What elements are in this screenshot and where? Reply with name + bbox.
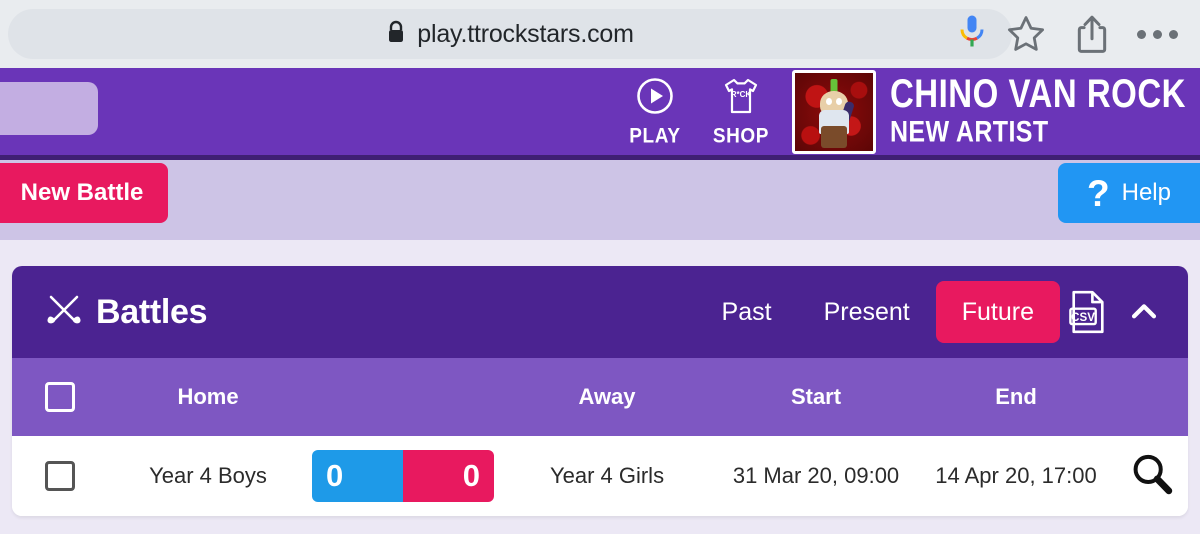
browser-toolbar: play.ttrockstars.com	[0, 0, 1200, 68]
column-header-away: Away	[578, 384, 636, 409]
select-all-checkbox[interactable]	[45, 382, 75, 412]
action-bar: New Battle ? Help	[0, 160, 1200, 240]
rockstar-avatar	[791, 69, 876, 154]
table-row[interactable]: Year 4 Boys 0 0 Year 4 Girls 31 Mar 20, …	[12, 436, 1188, 516]
artist-name: CHINO VAN ROCK	[889, 71, 1186, 117]
app-header: PLAY R*CK SHOP CHINO VAN ROCK NEW ARTIST	[0, 68, 1200, 160]
cell-actions	[1116, 451, 1188, 502]
table-header-row: Home Away Start End	[12, 358, 1188, 436]
play-circle-icon	[635, 76, 675, 121]
help-label: Help	[1121, 179, 1171, 206]
nav-item-shop[interactable]: R*CK SHOP	[698, 68, 784, 155]
address-bar[interactable]: play.ttrockstars.com	[8, 9, 1012, 59]
help-button[interactable]: ? Help	[1058, 163, 1200, 223]
score-bar[interactable]: 0 0	[312, 450, 494, 502]
cell-score: 0 0	[308, 450, 498, 502]
share-icon[interactable]	[1073, 13, 1111, 55]
artist-banner[interactable]: CHINO VAN ROCK NEW ARTIST	[784, 68, 1200, 155]
google-mic-icon[interactable]	[958, 14, 986, 55]
header-logo-placeholder[interactable]	[0, 82, 98, 135]
column-header-end: End	[995, 384, 1037, 409]
star-icon[interactable]	[1005, 13, 1047, 55]
battles-panel: Battles Past Present Future CSV Home Awa…	[12, 266, 1188, 516]
svg-text:R*CK: R*CK	[731, 90, 752, 99]
column-header-start: Start	[790, 384, 842, 409]
cell-home-team: Year 4 Boys	[149, 463, 267, 488]
nav-item-play[interactable]: PLAY	[612, 68, 698, 155]
score-away: 0	[403, 450, 494, 502]
crossed-guitars-icon	[44, 292, 84, 333]
artist-subtitle: NEW ARTIST	[889, 115, 1049, 149]
url-text: play.ttrockstars.com	[417, 19, 634, 48]
row-select-cell	[12, 461, 108, 491]
csv-download-icon[interactable]: CSV	[1060, 281, 1116, 343]
cell-end-date: 14 Apr 20, 17:00	[935, 463, 1097, 488]
column-header-home: Home	[177, 384, 239, 409]
tab-present[interactable]: Present	[798, 281, 936, 343]
question-mark-icon: ?	[1087, 172, 1110, 214]
row-checkbox[interactable]	[45, 461, 75, 491]
nav-label-shop: SHOP	[712, 124, 770, 148]
new-battle-button[interactable]: New Battle	[0, 163, 168, 223]
battles-panel-header: Battles Past Present Future CSV	[12, 266, 1188, 358]
cell-away-team: Year 4 Girls	[549, 463, 665, 488]
magnifier-icon[interactable]	[1129, 451, 1175, 502]
page-title: Battles	[96, 292, 208, 331]
page-body: Battles Past Present Future CSV Home Awa…	[0, 240, 1200, 534]
score-home: 0	[312, 450, 403, 502]
battles-tabs: Past Present Future CSV	[696, 281, 1172, 343]
select-all-cell	[12, 382, 108, 412]
cell-start-date: 31 Mar 20, 09:00	[732, 463, 900, 488]
more-options-icon[interactable]	[1137, 29, 1178, 39]
tshirt-icon: R*CK	[720, 76, 762, 121]
svg-text:CSV: CSV	[1071, 312, 1095, 324]
lock-icon	[386, 20, 406, 49]
nav-label-play: PLAY	[629, 124, 681, 148]
tab-past[interactable]: Past	[696, 281, 798, 343]
tab-future[interactable]: Future	[935, 281, 1060, 343]
chevron-up-icon[interactable]	[1116, 281, 1172, 343]
